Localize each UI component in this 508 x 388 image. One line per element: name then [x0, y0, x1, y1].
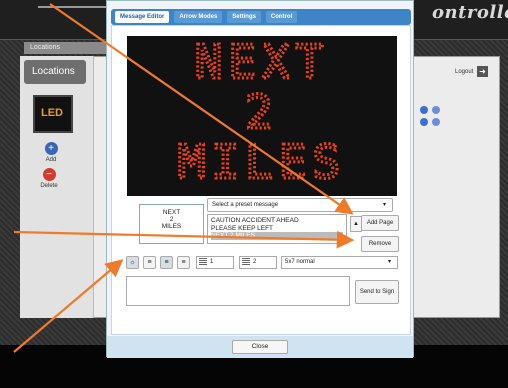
preview-line: MILES	[161, 223, 182, 230]
led-preview: NEXT 2 MILES	[127, 34, 397, 196]
triangle-up-icon: ▲	[353, 221, 359, 227]
tab-arrow-modes[interactable]: Arrow Modes	[174, 11, 223, 23]
align-center-button[interactable]: ≡	[160, 256, 173, 269]
locations-button[interactable]: Locations	[24, 60, 86, 84]
format-toolbar: ☼ ≡ ≡ ≡ 1 2 5x7 normal ▾	[126, 256, 398, 272]
led-text-line: 2	[245, 85, 279, 139]
led-dot-matrix: NEXT2MILES	[176, 34, 346, 191]
close-button[interactable]: Close	[232, 340, 288, 354]
chevron-down-icon: ▾	[382, 202, 386, 208]
list-item[interactable]: PLEASE KEEP LEFT	[211, 225, 343, 233]
message-text-preview[interactable]: NEXT 2 MILES	[139, 204, 204, 244]
info-icon[interactable]	[420, 118, 428, 126]
align-right-icon: ≡	[181, 259, 186, 266]
led-text-line: NEXT	[195, 36, 330, 89]
preset-select-value: Select a preset message	[212, 202, 279, 208]
location-row-actions	[420, 118, 450, 128]
location-row-actions	[420, 106, 450, 116]
preview-line: NEXT	[162, 209, 181, 216]
gear-icon[interactable]	[432, 118, 440, 126]
sun-icon: ☼	[129, 259, 136, 266]
plus-icon: +	[44, 142, 58, 155]
line-spacing-input[interactable]: 1	[196, 256, 234, 269]
preset-select[interactable]: Select a preset message ▾	[207, 198, 393, 212]
dialog-footer: Close	[107, 336, 413, 358]
add-button[interactable]: + Add	[38, 142, 64, 163]
app-brand: ontroller	[432, 2, 508, 23]
list-item[interactable]: NEXT 2 MILES	[211, 232, 343, 240]
add-page-button[interactable]: Add Page	[361, 215, 399, 231]
align-center-icon: ≡	[164, 259, 169, 266]
brightness-button[interactable]: ☼	[126, 256, 139, 269]
logout-button[interactable]: Logout ➜	[455, 66, 489, 77]
preset-list[interactable]: CAUTION ACCIDENT AHEAD PLEASE KEEP LEFT …	[207, 214, 347, 244]
message-textarea[interactable]	[126, 276, 350, 306]
led-text-line: MILES	[178, 135, 346, 189]
delete-button[interactable]: − Delete	[34, 168, 64, 189]
preview-line: 2	[169, 216, 174, 223]
chevron-down-icon: ▾	[387, 259, 391, 265]
minus-icon: −	[42, 168, 56, 181]
editor-panel: NEXT 2 MILES NEXT 2 MILES Select a preset …	[111, 25, 411, 335]
list-item[interactable]: CAUTION ACCIDENT AHEAD	[211, 217, 343, 225]
align-left-icon: ≡	[147, 259, 152, 266]
align-right-button[interactable]: ≡	[177, 256, 190, 269]
page-number-input[interactable]: 2	[239, 256, 277, 269]
remove-button[interactable]: Remove	[361, 236, 399, 252]
logout-icon: ➜	[477, 66, 489, 77]
tab-message-editor[interactable]: Message Editor	[115, 11, 170, 23]
tab-settings[interactable]: Settings	[227, 11, 261, 23]
font-select[interactable]: 5x7 normal ▾	[281, 256, 398, 269]
line-spacing-icon	[199, 257, 207, 265]
dialog-tabs: Message Editor Arrow Modes Settings Cont…	[111, 9, 411, 25]
line-spacing-value: 1	[210, 259, 214, 265]
add-label: Add	[45, 157, 57, 163]
font-value: 5x7 normal	[285, 259, 315, 265]
logout-label: Logout	[455, 69, 474, 76]
tab-control[interactable]: Control	[265, 11, 298, 23]
page-value: 2	[253, 259, 257, 265]
send-to-sign-button[interactable]: Send to Sign	[355, 280, 399, 304]
page-icon	[242, 257, 250, 265]
info-icon[interactable]	[420, 106, 428, 114]
gear-icon[interactable]	[432, 106, 440, 114]
align-left-button[interactable]: ≡	[143, 256, 156, 269]
delete-label: Delete	[40, 183, 58, 189]
led-sign-tile[interactable]: LED	[33, 95, 73, 133]
message-editor-dialog: Message Editor Arrow Modes Settings Cont…	[106, 0, 414, 358]
locations-tab[interactable]: Locations	[24, 42, 114, 54]
